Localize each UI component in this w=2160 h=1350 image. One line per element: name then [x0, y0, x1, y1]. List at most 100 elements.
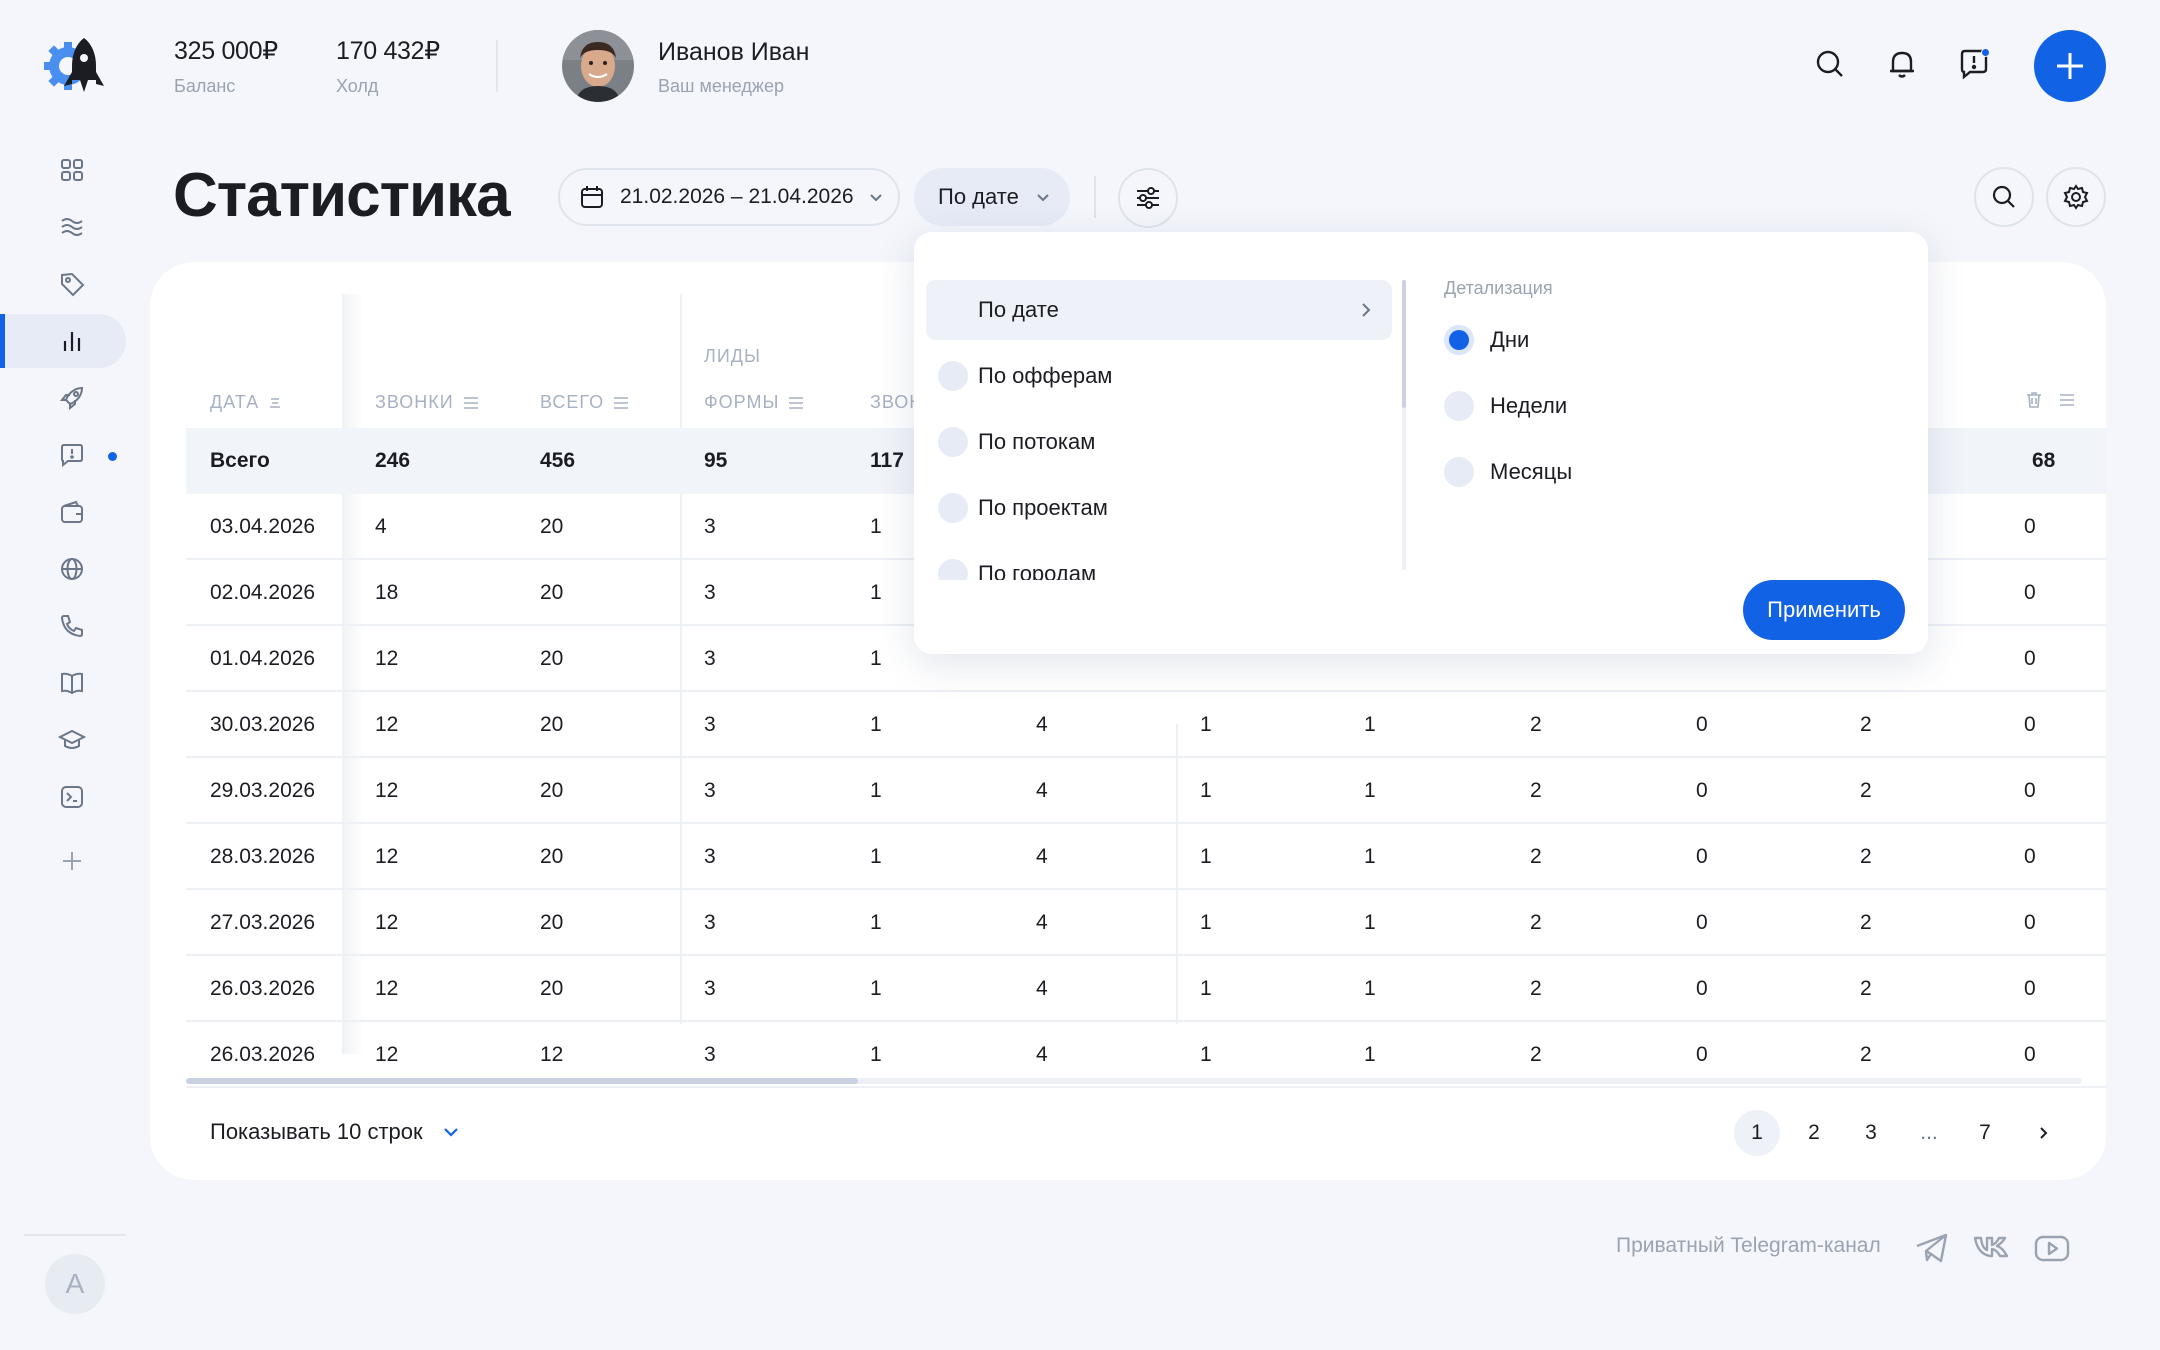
nav-education[interactable] [0, 713, 126, 767]
radio [938, 493, 968, 523]
total-cell: 456 [540, 449, 576, 472]
create-button[interactable] [2034, 30, 2106, 102]
group-option-offers[interactable]: По офферам [926, 346, 1392, 406]
detail-option-months[interactable]: Месяцы [1444, 454, 1572, 490]
date-range-picker[interactable]: 21.02.2026 – 21.04.2026 [558, 168, 900, 226]
table-cell: 2 [1860, 713, 1872, 736]
header-trash[interactable] [2024, 390, 2076, 410]
nav-domains[interactable] [0, 542, 126, 596]
header-calls[interactable]: ЗВОНКИ [375, 392, 480, 413]
nav-api[interactable] [0, 770, 126, 824]
filters-button[interactable] [1118, 168, 1178, 228]
table-cell: 20 [540, 515, 564, 538]
graduation-icon [58, 729, 86, 749]
chevron-down-icon [1037, 194, 1049, 202]
popover-scrollbar[interactable] [1402, 280, 1406, 570]
manager-avatar[interactable] [562, 30, 634, 102]
group-option-streams[interactable]: По потокам [926, 412, 1392, 472]
table-search-button[interactable] [1974, 167, 2034, 227]
page-2[interactable]: 2 [1791, 1110, 1837, 1156]
column-group-leads: ЛИДЫ [704, 346, 761, 366]
telegram-link[interactable] [1912, 1228, 1952, 1268]
detail-option-days[interactable]: Дни [1444, 322, 1529, 358]
group-option-date[interactable]: По дате [926, 280, 1392, 340]
user-avatar[interactable]: A [45, 1254, 105, 1314]
nav-statistics[interactable] [0, 314, 126, 368]
date-cell: 02.04.2026 [210, 581, 316, 604]
table-cell: 2 [1860, 977, 1872, 1000]
header-forms[interactable]: ФОРМЫ [704, 392, 805, 413]
table-row[interactable]: 27.03.2026 12 20 3 1 4 1 1 2 0 2 0 [186, 890, 2106, 956]
table-row[interactable]: 26.03.2026 12 20 3 1 4 1 1 2 0 2 0 [186, 956, 2106, 1022]
search-icon [1816, 50, 1843, 77]
table-settings-button[interactable] [2046, 167, 2106, 227]
table-cell: 0 [1696, 911, 1708, 934]
group-option-projects[interactable]: По проектам [926, 478, 1392, 538]
next-page-button[interactable] [2020, 1110, 2066, 1156]
messages-button[interactable] [1956, 46, 1992, 82]
menu-icon [2060, 394, 2074, 406]
date-cell: 03.04.2026 [210, 515, 316, 538]
table-cell: 0 [1696, 779, 1708, 802]
rows-per-page-label: Показывать 10 строк [210, 1119, 423, 1144]
table-cell: 0 [1696, 845, 1708, 868]
chevron-down-icon [869, 194, 882, 202]
scrollbar-thumb[interactable] [186, 1078, 858, 1084]
nav-offers[interactable] [0, 257, 126, 311]
nav-finance[interactable] [0, 485, 126, 539]
table-row[interactable]: 30.03.2026 12 20 3 1 4 1 1 2 0 2 0 [186, 692, 2106, 758]
total-cell: 117 [870, 449, 904, 472]
page-7[interactable]: 7 [1962, 1110, 2008, 1156]
table-cell: 0 [2024, 911, 2036, 934]
header-total[interactable]: ВСЕГО [540, 392, 630, 413]
notifications-button[interactable] [1884, 46, 1920, 82]
detail-option-weeks[interactable]: Недели [1444, 388, 1567, 424]
table-cell: 1 [1200, 911, 1212, 934]
date-cell: 30.03.2026 [210, 713, 316, 736]
menu-icon [463, 396, 478, 409]
table-cell: 1 [870, 845, 882, 868]
table-row[interactable]: 29.03.2026 12 20 3 1 4 1 1 2 0 2 0 [186, 758, 2106, 824]
table-cell: 1 [1364, 713, 1376, 736]
nav-calls[interactable] [0, 599, 126, 653]
chevron-right-icon [2040, 1127, 2048, 1139]
group-option-cities[interactable]: По городам [926, 544, 1392, 580]
menu-icon [614, 396, 629, 409]
radio [1444, 391, 1474, 421]
globe-icon [61, 558, 83, 580]
horizontal-scrollbar[interactable] [186, 1078, 2082, 1084]
total-cell: 68 [2032, 449, 2056, 472]
vk-link[interactable] [1972, 1228, 2012, 1268]
nav-add[interactable] [0, 834, 126, 888]
nav-streams[interactable] [0, 200, 126, 254]
table-cell: 0 [1696, 713, 1708, 736]
header-date[interactable]: ДАТА [210, 392, 283, 413]
nav-dashboard[interactable] [0, 143, 126, 197]
group-by-select[interactable]: По дате [914, 168, 1070, 226]
page-1[interactable]: 1 [1734, 1110, 1780, 1156]
table-cell: 0 [2024, 647, 2036, 670]
global-search-button[interactable] [1812, 46, 1848, 82]
book-icon [61, 672, 83, 695]
table-cell: 0 [2024, 977, 2036, 1000]
table-cell: 0 [2024, 779, 2036, 802]
table-row[interactable]: 28.03.2026 12 20 3 1 4 1 1 2 0 2 0 [186, 824, 2106, 890]
telegram-channel-link[interactable]: Приватный Telegram-канал [1616, 1234, 1881, 1258]
messages-badge-dot [1981, 48, 1990, 57]
apply-button[interactable]: Применить [1743, 580, 1905, 640]
nav-knowledge-base[interactable] [0, 656, 126, 710]
table-cell: 4 [1036, 977, 1048, 1000]
nav-projects[interactable] [0, 371, 126, 425]
plus-icon [2057, 53, 2083, 79]
manager-name: Иванов Иван [658, 38, 810, 66]
table-cell: 20 [540, 911, 564, 934]
page-3[interactable]: 3 [1848, 1110, 1894, 1156]
rows-per-page-select[interactable]: Показывать 10 строк [210, 1104, 461, 1160]
app-logo[interactable] [42, 34, 112, 96]
popover-scrollbar-thumb[interactable] [1402, 280, 1406, 408]
table-cell: 0 [2024, 845, 2036, 868]
radio [938, 559, 968, 580]
youtube-link[interactable] [2032, 1228, 2072, 1268]
balance-label: Баланс [174, 76, 236, 96]
support-notification-dot [108, 452, 117, 461]
